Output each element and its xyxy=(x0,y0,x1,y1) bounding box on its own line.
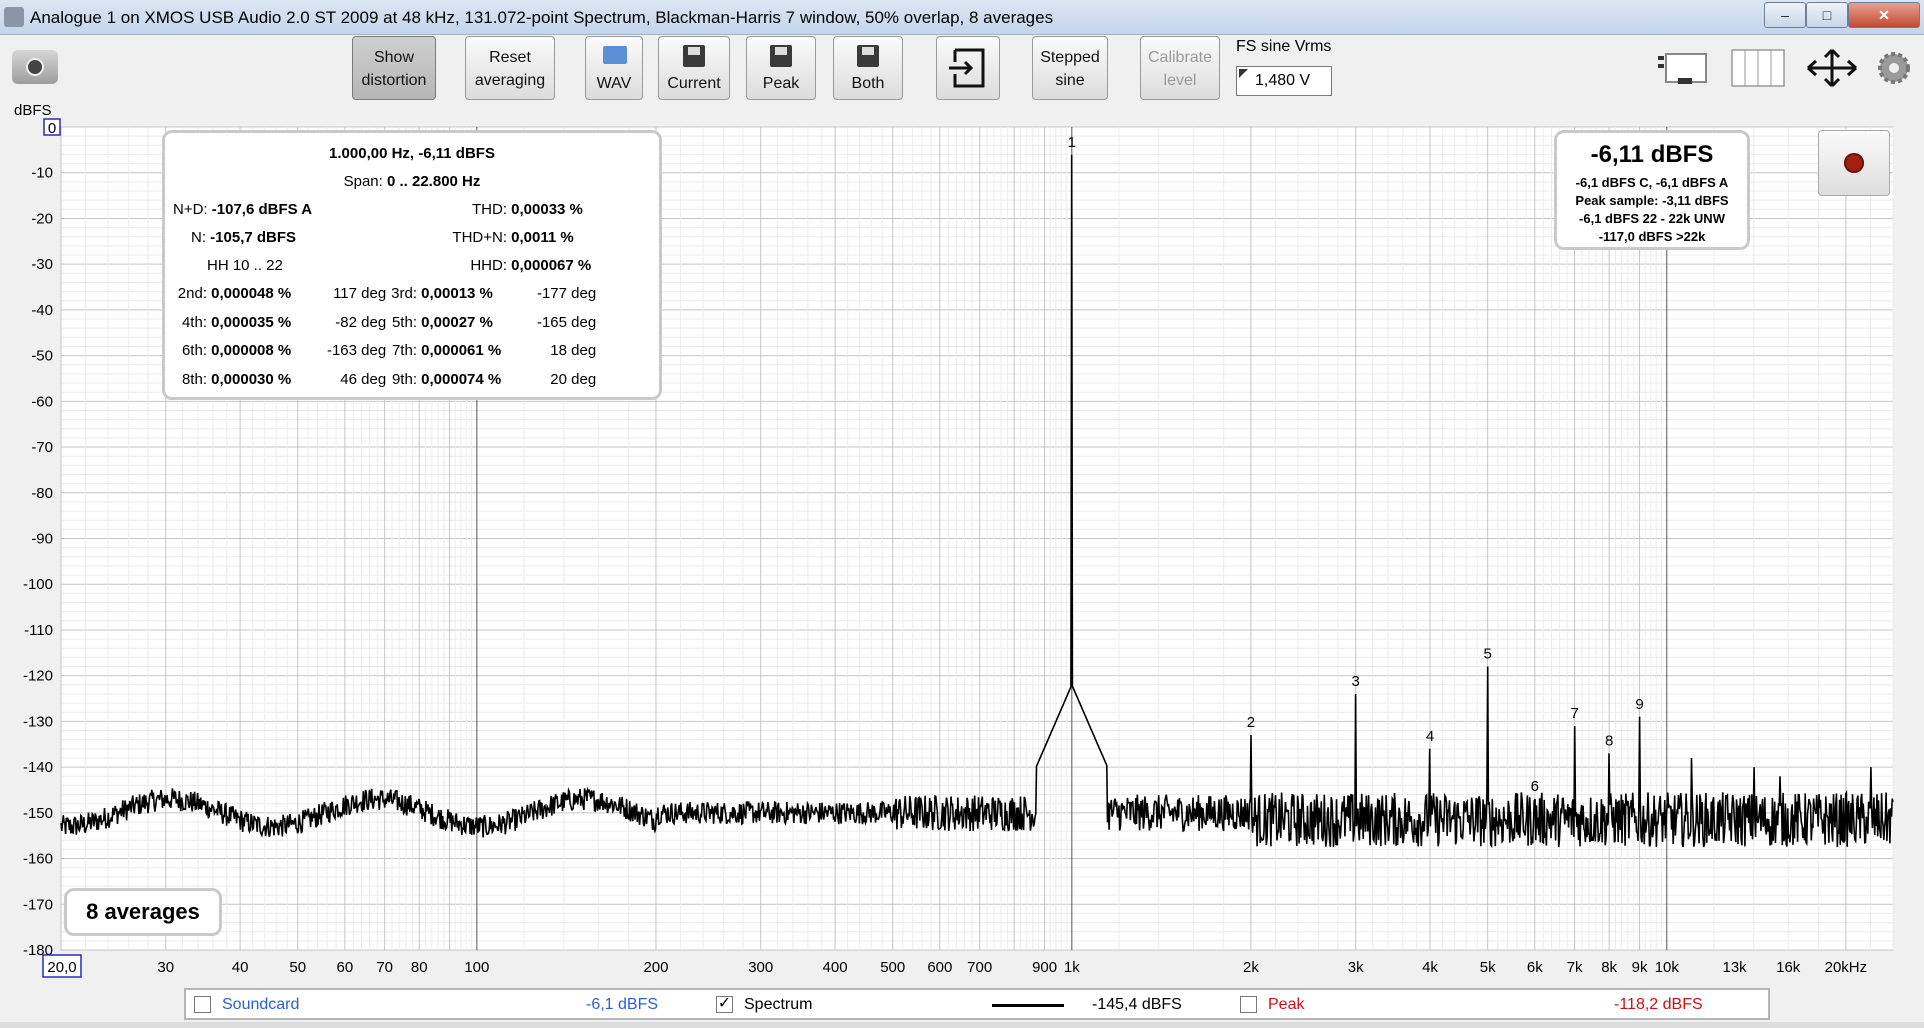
n-row: N: -105,7 dBFS xyxy=(191,229,297,246)
harmonic-row: 3rd: 0,00013 % -177 deg xyxy=(391,285,597,302)
harmonic-label-5: 5 xyxy=(1484,646,1492,663)
x-tick-label: 40 xyxy=(232,959,249,976)
harmonic-row: 7th: 0,000061 % 18 deg xyxy=(391,342,597,359)
harmonic-row: 9th: 0,000074 % 20 deg xyxy=(391,370,597,388)
x-tick-label: 20kHz xyxy=(1825,959,1868,976)
harmonic-label-3: 3 xyxy=(1352,673,1360,690)
x-tick-label: 4k xyxy=(1422,959,1438,976)
y-tick-label: -60 xyxy=(31,393,53,410)
x-tick-label: 10k xyxy=(1655,959,1680,976)
level-line: -6,1 dBFS 22 - 22k UNW xyxy=(1579,211,1725,226)
x-start-label: 20,0 xyxy=(47,959,76,976)
record-icon xyxy=(1844,153,1864,173)
y-tick-label: -80 xyxy=(31,485,53,502)
harmonic-label-1: 1 xyxy=(1068,134,1076,151)
y-tick-label: -40 xyxy=(31,302,53,319)
y-tick-label: -150 xyxy=(23,805,53,822)
x-tick-label: 1k xyxy=(1064,959,1080,976)
level-main: -6,11 dBFS xyxy=(1590,141,1714,168)
distortion-header: 1.000,00 Hz, -6,11 dBFS xyxy=(329,145,495,162)
x-tick-label: 500 xyxy=(880,959,905,976)
soundcard-label: Soundcard xyxy=(222,996,300,1013)
x-tick-label: 5k xyxy=(1480,959,1496,976)
x-axis-ticks: 30 40 50 60 70 80 100 200 300 400 500 600 700 900 1k 2k… xyxy=(42,954,1868,978)
x-tick-label: 2k xyxy=(1243,959,1259,976)
x-tick-label: 100 xyxy=(464,959,489,976)
y-top-label: 0 xyxy=(48,120,56,137)
y-tick-label: -50 xyxy=(31,348,53,365)
y-tick-label: -90 xyxy=(31,531,53,548)
peak-value: -118,2 dBFS xyxy=(1614,996,1703,1013)
record-button[interactable] xyxy=(1818,130,1890,196)
thdn-row: THD+N: 0,0011 % xyxy=(452,229,574,246)
x-tick-label: 300 xyxy=(748,959,773,976)
level-line: Peak sample: -3,11 dBFS xyxy=(1575,193,1729,208)
legend-bar: Soundcard -6,1 dBFS ✓ Spectrum -145,4 dB… xyxy=(184,988,1770,1020)
x-tick-label: 700 xyxy=(967,959,992,976)
level-line: -117,0 dBFS >22k xyxy=(1598,229,1706,244)
x-tick-label: 70 xyxy=(376,959,393,976)
nd-row: N+D: -107,6 dBFS A xyxy=(173,201,313,218)
harmonic-label-9: 9 xyxy=(1635,696,1643,713)
distortion-panel: 1.000,00 Hz, -6,11 dBFS Span: 0 .. 22.80… xyxy=(162,130,662,400)
x-tick-label: 16k xyxy=(1776,959,1801,976)
x-tick-label: 30 xyxy=(157,959,174,976)
y-tick-label: -10 xyxy=(31,165,53,182)
x-tick-label: 7k xyxy=(1567,959,1583,976)
harmonic-label-7: 7 xyxy=(1570,705,1578,722)
thd-row: THD: 0,00033 % xyxy=(472,201,583,218)
level-line: -6,1 dBFS C, -6,1 dBFS A xyxy=(1575,175,1729,190)
x-tick-label: 3k xyxy=(1348,959,1364,976)
y-axis-ticks: -10 -20 -30 -40 -50 -60 -70 -80 -90 -100 -110 -120 -… xyxy=(23,118,61,959)
hhd-row: HHD: 0,000067 % xyxy=(470,257,592,274)
spectrum-label: Spectrum xyxy=(744,996,813,1013)
y-tick-label: -30 xyxy=(31,256,53,273)
harmonic-label-8: 8 xyxy=(1605,732,1613,749)
peak-checkbox[interactable] xyxy=(1240,996,1257,1013)
y-tick-label: -170 xyxy=(23,896,53,913)
spectrum-value: -145,4 dBFS xyxy=(1092,996,1182,1013)
y-tick-label: -100 xyxy=(23,576,53,593)
x-tick-label: 900 xyxy=(1032,959,1057,976)
x-tick-label: 200 xyxy=(643,959,668,976)
soundcard-value: -6,1 dBFS xyxy=(586,996,659,1013)
averages-badge: 8 averages xyxy=(64,888,222,936)
x-tick-label: 6k xyxy=(1527,959,1543,976)
harmonic-label-2: 2 xyxy=(1247,714,1255,731)
harmonic-label-4: 4 xyxy=(1426,728,1434,745)
x-tick-label: 60 xyxy=(337,959,354,976)
y-tick-label: -160 xyxy=(23,851,53,868)
x-tick-label: 8k xyxy=(1601,959,1617,976)
y-tick-label: -20 xyxy=(31,210,53,227)
soundcard-checkbox[interactable] xyxy=(194,996,211,1013)
x-tick-label: 9k xyxy=(1632,959,1648,976)
span-row: Span: 0 .. 22.800 Hz xyxy=(343,173,481,190)
status-bar xyxy=(0,1022,1924,1028)
peak-label: Peak xyxy=(1268,996,1305,1013)
x-tick-label: 50 xyxy=(289,959,306,976)
hh-range: HH 10 .. 22 xyxy=(207,257,283,274)
spectrum-line-swatch xyxy=(992,1004,1064,1007)
level-panel: -6,11 dBFS -6,1 dBFS C, -6,1 dBFS A Peak… xyxy=(1554,130,1750,250)
harmonic-label-6: 6 xyxy=(1531,778,1539,795)
y-tick-label: -110 xyxy=(24,622,53,639)
y-tick-label: -130 xyxy=(23,713,53,730)
spectrum-checkbox[interactable]: ✓ xyxy=(716,996,733,1013)
x-tick-label: 80 xyxy=(411,959,428,976)
x-tick-label: 400 xyxy=(823,959,848,976)
x-tick-label: 600 xyxy=(927,959,952,976)
x-tick-label: 13k xyxy=(1722,959,1747,976)
y-tick-label: -70 xyxy=(31,439,53,456)
harmonic-row: 5th: 0,00027 % -165 deg xyxy=(391,313,597,331)
y-tick-label: -140 xyxy=(23,759,53,776)
y-tick-label: -120 xyxy=(23,668,53,685)
